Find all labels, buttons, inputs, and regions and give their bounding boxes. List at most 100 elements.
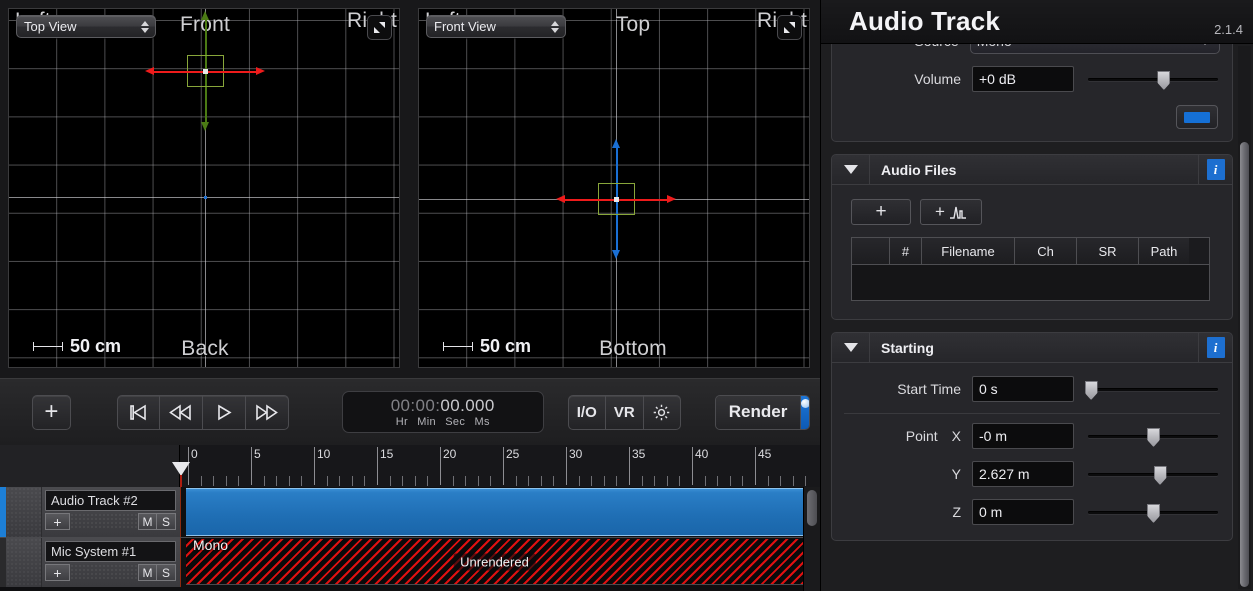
parameter-input[interactable]: 2.627 m [972,461,1074,487]
gizmo-center-handle[interactable] [614,197,619,202]
parameter-slider[interactable] [1088,423,1218,449]
ruler-minor-tick [616,476,618,486]
scale-text: 50 cm [480,336,532,356]
parameter-input[interactable]: -0 m [972,423,1074,449]
slider-thumb[interactable] [1084,381,1098,400]
slider-thumb[interactable] [1153,466,1167,485]
playhead-handle-icon[interactable] [172,462,190,476]
render-toggle-led[interactable] [800,395,809,429]
track-header[interactable]: Audio Track #2 + M S [0,487,181,537]
inspector-scrollbar[interactable] [1238,46,1251,589]
track-solo-button[interactable]: S [157,564,176,581]
play-button[interactable] [202,394,246,430]
parameter-input[interactable]: 0 s [972,376,1074,402]
track-button-row: + M S [45,513,176,530]
track-add-button[interactable]: + [45,564,70,581]
triangle-down-icon [843,165,858,174]
viewport-scale-bar-top: 50 cm [33,336,121,357]
stepper-arrows-icon[interactable] [551,20,559,33]
track-mute-button[interactable]: M [138,564,157,581]
audio-files-info-button[interactable]: i [1198,155,1232,184]
audio-clip-rendered[interactable] [186,488,803,536]
add-audio-file-button[interactable]: + [851,199,911,225]
volume-slider[interactable] [1088,66,1218,92]
track-vertical-scrollbar[interactable] [803,487,820,591]
track-lane[interactable]: Mono Unrendered [182,538,803,587]
track-drag-handle[interactable] [6,538,42,587]
playhead[interactable] [172,462,190,487]
track-button-spacer [70,513,138,530]
parameter-slider[interactable] [1088,461,1218,487]
ruler-label: 45 [758,447,772,461]
inspector-scroll-area[interactable]: Source Mono Volume +0 dB [821,44,1253,591]
track-button-row: + M S [45,564,176,581]
timecode-unit-labels: Hr Min Sec Ms [393,416,493,428]
scrollbar-thumb[interactable] [1240,142,1249,587]
timeline-ruler[interactable]: 0 5 10 15 20 25 30 35 40 45 [180,445,820,487]
viewport-expand-button-front[interactable] [777,15,802,40]
viewport-canvas-top[interactable]: Front Left Right Back [8,8,400,368]
starting-collapse-toggle[interactable] [832,333,870,362]
stepper-arrows-icon[interactable] [141,20,149,33]
table-column-header[interactable]: Path [1139,238,1189,264]
audio-clip-unrendered[interactable]: Mono Unrendered [186,538,803,585]
viewport-canvas-front[interactable]: Top Left Right Bottom [418,8,810,368]
track-solo-button[interactable]: S [157,513,176,530]
origin-marker [204,196,207,199]
rewind-icon [169,403,192,421]
track-header[interactable]: Mic System #1 + M S [0,538,181,587]
viewport-view-select-top[interactable]: Top View [16,15,156,38]
render-button[interactable]: Render [715,395,801,429]
viewport-front-view[interactable]: Top Left Right Bottom [410,0,820,378]
timecode-display[interactable]: 00:00:00.000 Hr Min Sec Ms [341,391,544,433]
viewport-view-select-front[interactable]: Front View [426,15,566,38]
audio-files-table[interactable]: # Filename Ch SR Path [851,237,1210,301]
ruler-minor-tick [288,476,290,486]
slider-thumb[interactable] [1147,504,1160,523]
track-drag-handle[interactable] [6,487,42,537]
source-select[interactable]: Mono [969,44,1220,54]
parameter-slider[interactable] [1084,376,1218,402]
track-row[interactable]: Audio Track #2 + M S [0,487,820,537]
add-track-button[interactable]: + [32,394,71,430]
scrollbar-thumb[interactable] [807,490,817,526]
track-add-button[interactable]: + [45,513,70,530]
table-column-header[interactable]: Filename [922,238,1015,264]
track-color-button[interactable] [1176,105,1218,129]
audio-files-header[interactable]: Audio Files i [832,155,1232,185]
rewind-button[interactable] [159,394,203,430]
track-row[interactable]: Mic System #1 + M S Mono Unrendered [0,537,820,587]
vr-button[interactable]: VR [605,394,644,430]
settings-button[interactable] [643,394,681,430]
table-column-header[interactable] [852,238,890,264]
slider-thumb[interactable] [1147,428,1160,447]
viewport-expand-button-top[interactable] [367,15,392,40]
audio-files-table-body[interactable] [852,264,1209,300]
io-button[interactable]: I/O [567,394,606,430]
track-lane[interactable] [182,487,803,537]
track-mute-button[interactable]: M [138,513,157,530]
go-to-start-button[interactable] [116,394,160,430]
viewport-top-view[interactable]: Front Left Right Back [0,0,410,378]
starting-header[interactable]: Starting i [832,333,1232,363]
table-column-header[interactable]: SR [1077,238,1139,264]
parameter-input[interactable]: 0 m [972,499,1074,525]
gizmo-center-handle[interactable] [203,69,208,74]
fast-forward-button[interactable] [245,394,289,430]
ruler-minor-tick [326,476,328,486]
volume-input[interactable]: +0 dB [972,66,1074,92]
table-column-header[interactable]: # [890,238,922,264]
timecode-seconds-ms: 00.000 [440,396,495,416]
ruler-minor-tick [704,476,706,486]
track-name-input[interactable]: Mic System #1 [45,541,176,562]
table-column-header[interactable]: Ch [1015,238,1077,264]
scale-text: 50 cm [70,336,122,356]
add-generated-signal-button[interactable]: + [920,199,982,225]
starting-info-button[interactable]: i [1198,333,1232,362]
audio-files-collapse-toggle[interactable] [832,155,870,184]
page-title: Audio Track [849,6,1001,36]
version-label: 2.1.4 [1214,22,1243,37]
parameter-slider[interactable] [1088,499,1218,525]
slider-thumb[interactable] [1157,71,1171,90]
track-name-input[interactable]: Audio Track #2 [45,490,176,511]
